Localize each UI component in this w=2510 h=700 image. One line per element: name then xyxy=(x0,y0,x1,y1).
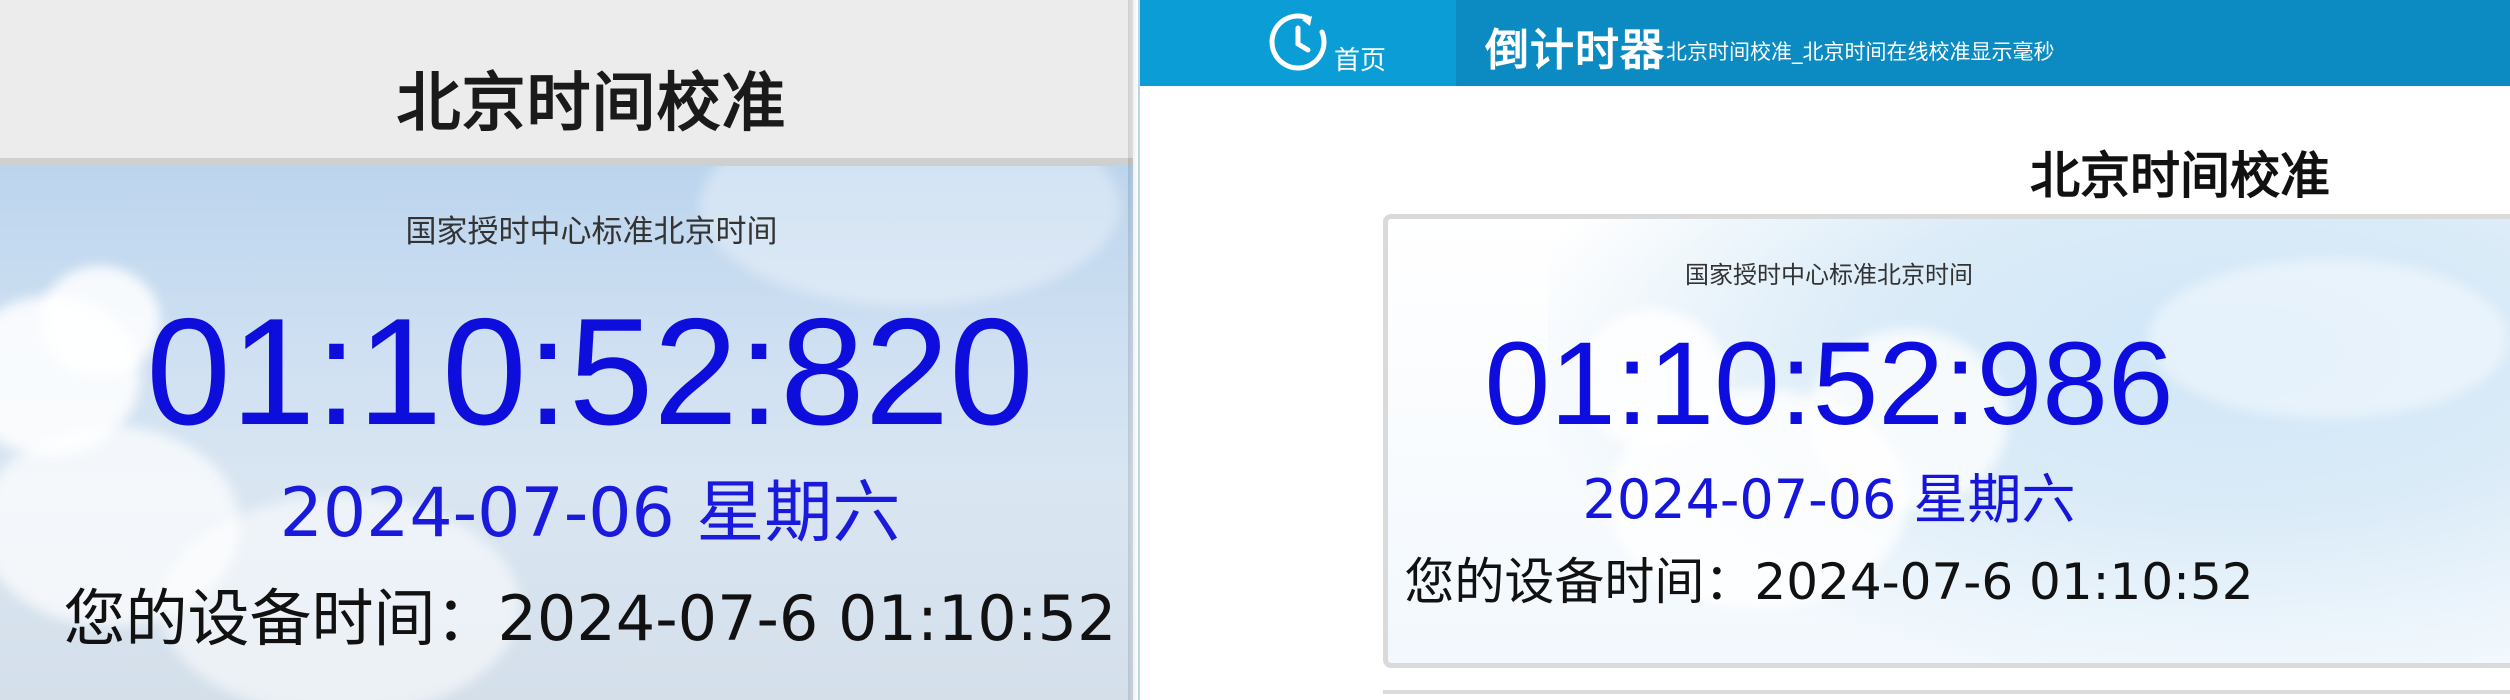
clock-date: 2024-07-06 星期六 xyxy=(1582,468,2076,531)
device-time: 您的设备时间：2024-07-6 01:10:52 xyxy=(1404,553,2254,611)
content-divider xyxy=(1383,690,2510,694)
screen: 北京时间校准 国家授时中心标准北京时间 01:10:52:820 2024-07… xyxy=(0,0,2510,700)
left-device-time: 您的设备时间：2024-07-6 01:10:52 xyxy=(63,582,1117,655)
nav-home-link[interactable]: 首页 xyxy=(1140,0,1456,86)
web-page: 首页 倒计时器 北京时间校准_北京时间在线校准显示毫秒 北京时间校准 国家授时中… xyxy=(1138,0,2510,700)
left-divider xyxy=(0,158,1133,166)
site-brand[interactable]: 倒计时器 xyxy=(1485,14,1665,78)
left-clock-time: 01:10:52:820 xyxy=(146,287,1034,457)
site-tagline: 北京时间校准_北京时间在线校准显示毫秒 xyxy=(1666,40,2055,64)
clock-card: 国家授时中心标准北京时间 01:10:52:986 2024-07-06 星期六… xyxy=(1383,214,2510,668)
top-navbar: 首页 倒计时器 北京时间校准_北京时间在线校准显示毫秒 xyxy=(1140,0,2510,86)
nav-home-label: 首页 xyxy=(1334,46,1387,76)
left-subtitle: 国家授时中心标准北京时间 xyxy=(405,214,778,250)
clock-icon xyxy=(1268,10,1332,74)
clock-time: 01:10:52:986 xyxy=(1484,318,2174,450)
left-window: 北京时间校准 国家授时中心标准北京时间 01:10:52:820 2024-07… xyxy=(0,0,1133,700)
left-page-title: 北京时间校准 xyxy=(396,67,787,141)
window-edge-shadow xyxy=(1128,0,1138,700)
page-title: 北京时间校准 xyxy=(2030,147,2330,205)
left-clock-date: 2024-07-06 星期六 xyxy=(279,474,901,553)
clock-subtitle: 国家授时中心标准北京时间 xyxy=(1685,261,1973,289)
